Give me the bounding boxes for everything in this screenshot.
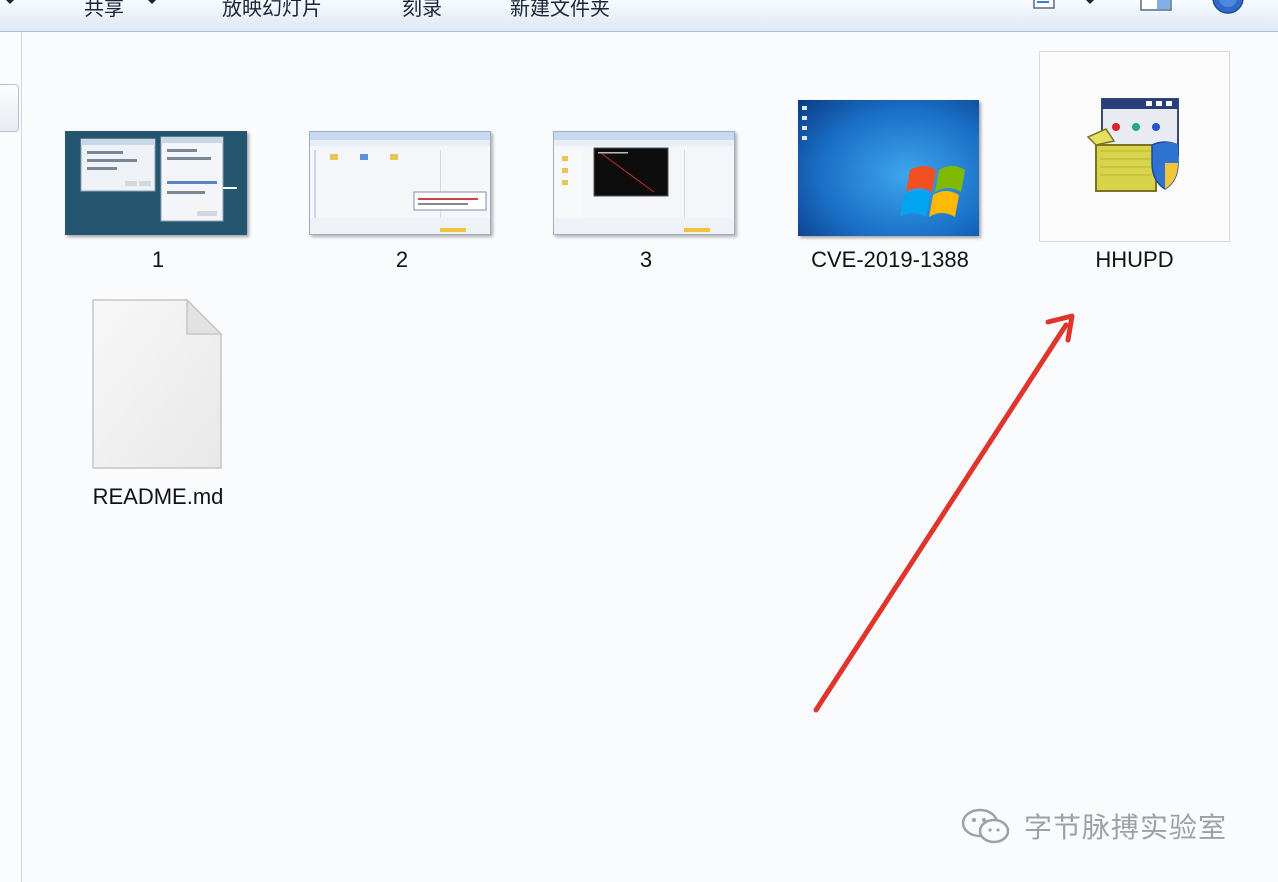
new-folder-button[interactable]: 新建文件夹 xyxy=(510,0,610,21)
burn-button[interactable]: 刻录 xyxy=(402,0,442,21)
command-bar: 共享 放映幻灯片 刻录 新建文件夹 xyxy=(0,0,1278,32)
file-item[interactable]: CVE-2019-1388 xyxy=(785,92,995,282)
image-thumbnail xyxy=(798,100,979,236)
wechat-icon xyxy=(961,808,1010,844)
image-thumbnail xyxy=(65,131,247,235)
file-item[interactable]: 1 xyxy=(53,122,263,282)
watermark: 字节脉搏实验室 xyxy=(960,806,1227,846)
windows7-desktop-thumbnail xyxy=(798,100,979,236)
file-item[interactable]: README.md xyxy=(53,292,263,522)
file-item[interactable]: 2 xyxy=(297,122,507,282)
file-name: README.md xyxy=(92,484,224,509)
slideshow-button[interactable]: 放映幻灯片 xyxy=(222,0,322,21)
image-thumbnail xyxy=(309,131,491,235)
explorer-window: 共享 放映幻灯片 刻录 新建文件夹 1 2 3 CVE-2019-1388 HH… xyxy=(0,0,1278,882)
file-item-selected[interactable]: HHUPD xyxy=(1039,51,1230,272)
watermark-text: 字节脉搏实验室 xyxy=(1024,811,1228,844)
file-item[interactable]: 3 xyxy=(541,122,751,282)
preview-pane-icon[interactable] xyxy=(1140,0,1174,14)
installer-shield-icon xyxy=(1086,98,1179,192)
screenshot-thumbnail-3 xyxy=(554,132,734,234)
blank-document-icon xyxy=(92,298,223,469)
view-options-icon[interactable] xyxy=(1032,0,1060,14)
help-icon[interactable] xyxy=(1210,0,1246,18)
navigation-pane[interactable] xyxy=(0,32,22,882)
image-thumbnail xyxy=(553,131,735,235)
file-name: 1 xyxy=(151,247,165,272)
file-name: 2 xyxy=(395,247,409,272)
file-name: CVE-2019-1388 xyxy=(811,247,969,272)
screenshot-thumbnail-1 xyxy=(65,131,247,235)
screenshot-thumbnail-2 xyxy=(310,132,490,234)
share-button[interactable]: 共享 xyxy=(84,0,124,21)
organize-dropdown-arrow[interactable] xyxy=(4,0,16,4)
file-name: HHUPD xyxy=(1095,247,1174,272)
navigation-scroll-handle[interactable] xyxy=(0,84,19,132)
share-dropdown-arrow[interactable] xyxy=(146,0,158,4)
file-name: 3 xyxy=(639,247,653,272)
view-dropdown-arrow[interactable] xyxy=(1084,0,1096,4)
file-list-view[interactable]: 1 2 3 CVE-2019-1388 HHUPD README.md xyxy=(23,32,1278,882)
